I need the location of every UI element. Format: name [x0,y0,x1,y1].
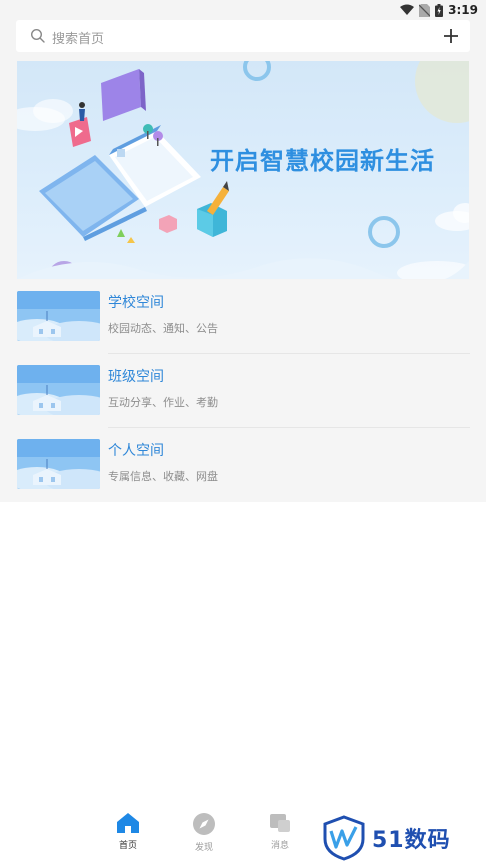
status-icons: 3:19 [400,2,478,18]
class-space-subtitle: 互动分享、作业、考勤 [108,396,218,409]
battery-icon [435,3,444,17]
personal-space-title: 个人空间 [108,443,164,459]
list-item-class-space[interactable]: 班级空间 互动分享、作业、考勤 [0,354,486,428]
wifi-icon [400,4,415,15]
no-sim-icon [419,3,431,17]
watermark: 51数码 [322,814,462,862]
shield-logo-icon [323,815,365,861]
nav-item-message[interactable]: 消息 [255,812,305,862]
nav-item-home[interactable]: 首页 [103,812,153,862]
school-space-title: 学校空间 [108,295,164,311]
list-item-school-space[interactable]: 学校空间 校园动态、通知、公告 [0,280,486,354]
message-icon [270,814,290,832]
space-list: 学校空间 校园动态、通知、公告 班级空间 互动分享、作业、考勤 个人空间 专属信… [0,280,486,502]
school-space-thumbnail [17,291,100,341]
personal-space-thumbnail [17,439,100,489]
search-bar[interactable]: 搜索首页 [16,20,470,52]
status-time: 3:19 [448,3,478,17]
search-icon [30,28,45,43]
status-bar: 3:19 [0,0,486,20]
plus-icon [444,29,458,43]
watermark-text: 51数码 [372,828,451,853]
nav-label-message: 消息 [270,841,289,851]
compass-icon [193,813,215,835]
home-icon [117,813,139,833]
personal-space-subtitle: 专属信息、收藏、网盘 [108,470,218,483]
top-area: 搜索首页 [0,20,486,60]
nav-item-discover[interactable]: 发现 [179,812,229,862]
search-input[interactable]: 搜索首页 [52,28,104,47]
banner-area: 开启智慧校园新生活 [0,60,486,280]
banner-title: 开启智慧校园新生活 [210,147,435,175]
class-space-thumbnail [17,365,100,415]
nav-label-home: 首页 [118,841,137,851]
list-item-personal-space[interactable]: 个人空间 专属信息、收藏、网盘 [0,428,486,502]
nav-label-discover: 发现 [194,843,213,853]
school-space-subtitle: 校园动态、通知、公告 [108,322,218,335]
add-button[interactable] [438,23,464,49]
banner[interactable]: 开启智慧校园新生活 [17,61,469,279]
class-space-title: 班级空间 [108,369,164,385]
